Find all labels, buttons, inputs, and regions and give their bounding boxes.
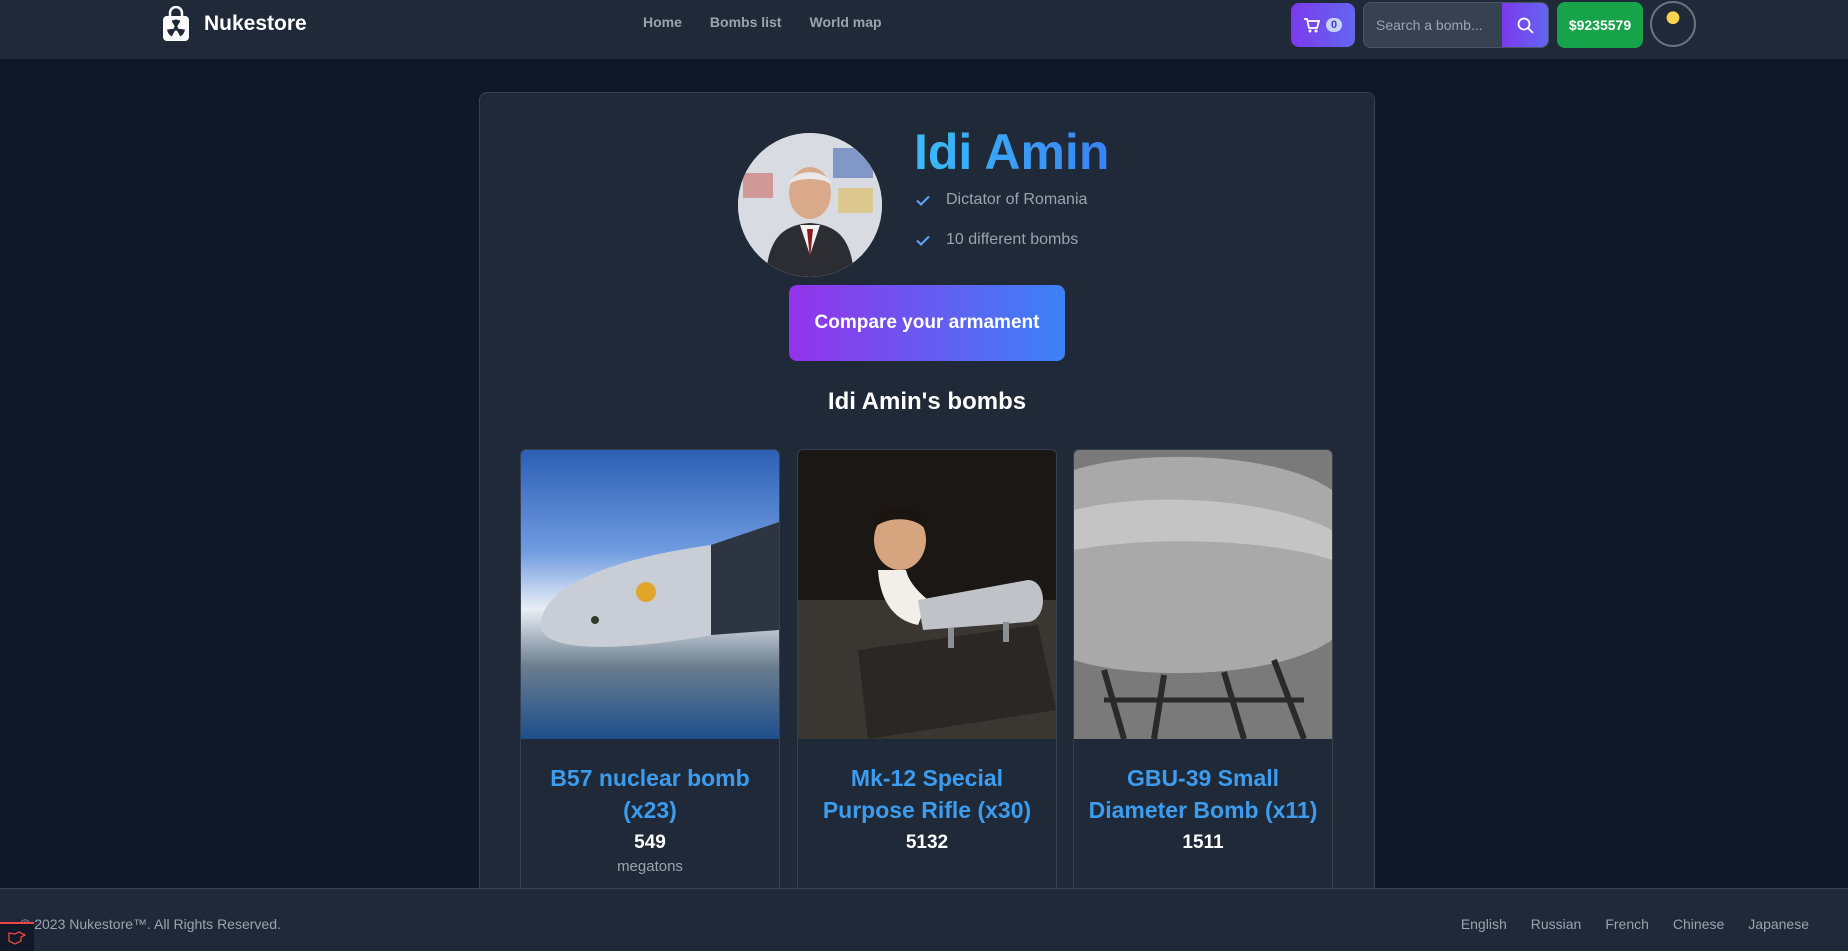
bomb-stat: 549 bbox=[634, 832, 666, 853]
top-navbar: Nukestore Home Bombs list World map 0 $9… bbox=[0, 0, 1848, 60]
nav-link-world-map[interactable]: World map bbox=[809, 14, 881, 30]
main-nav: Home Bombs list World map bbox=[643, 14, 882, 30]
brand-link[interactable]: Nukestore bbox=[162, 6, 307, 42]
lang-link-japanese[interactable]: Japanese bbox=[1748, 916, 1809, 932]
profile-name: Idi Amin bbox=[914, 124, 1110, 180]
lang-link-chinese[interactable]: Chinese bbox=[1673, 916, 1724, 932]
nav-link-home[interactable]: Home bbox=[643, 14, 682, 30]
bomb-image bbox=[1074, 450, 1332, 741]
search-button[interactable] bbox=[1502, 3, 1548, 47]
check-icon bbox=[916, 235, 930, 246]
bomb-stat: 5132 bbox=[905, 832, 949, 853]
framework-logo-icon[interactable] bbox=[0, 922, 34, 951]
bomb-card-gbu39[interactable]: GBU-39 Small Diameter Bomb (x11) 1511 bbox=[1073, 449, 1333, 949]
language-switcher: English Russian French Chinese Japanese bbox=[1461, 916, 1809, 932]
bomb-unit: megatons bbox=[617, 858, 683, 875]
bomb-card-mk12[interactable]: Mk-12 Special Purpose Rifle (x30) 5132 bbox=[797, 449, 1057, 949]
search-input[interactable] bbox=[1364, 3, 1502, 47]
profile-fact-bomb-count: 10 different bombs bbox=[916, 231, 1078, 249]
bomb-title: GBU-39 Small Diameter Bomb (x11) bbox=[1088, 765, 1318, 823]
lang-link-english[interactable]: English bbox=[1461, 916, 1507, 932]
cart-button[interactable]: 0 bbox=[1291, 3, 1355, 47]
search-box bbox=[1363, 2, 1549, 48]
brand-name: Nukestore bbox=[204, 12, 307, 35]
user-avatar[interactable] bbox=[1650, 1, 1696, 47]
bomb-card-b57[interactable]: B57 nuclear bomb (x23) 549 megatons bbox=[520, 449, 780, 949]
compare-armament-button[interactable]: Compare your armament bbox=[789, 285, 1065, 361]
bomb-image bbox=[798, 450, 1056, 739]
bomb-image bbox=[521, 450, 779, 739]
fact-text: Dictator of Romania bbox=[946, 191, 1088, 208]
search-icon bbox=[1517, 17, 1534, 34]
bombs-section-title: Idi Amin's bombs bbox=[827, 388, 1027, 415]
nav-link-bombs-list[interactable]: Bombs list bbox=[710, 14, 782, 30]
shopping-bag-radiation-icon bbox=[163, 6, 189, 41]
bomb-title: Mk-12 Special Purpose Rifle (x30) bbox=[822, 765, 1032, 823]
cart-icon bbox=[1303, 17, 1320, 32]
profile-photo bbox=[738, 133, 882, 277]
cart-count-badge: 0 bbox=[1325, 18, 1343, 32]
lang-link-russian[interactable]: Russian bbox=[1531, 916, 1582, 932]
bomb-stat: 1511 bbox=[1182, 832, 1224, 853]
copyright-text: © 2023 Nukestore™. All Rights Reserved. bbox=[20, 916, 281, 932]
page-footer: © 2023 Nukestore™. All Rights Reserved. … bbox=[0, 888, 1848, 951]
bomb-title: B57 nuclear bomb (x23) bbox=[550, 765, 750, 823]
fact-text: 10 different bombs bbox=[946, 231, 1079, 248]
balance-button[interactable]: $9235579 bbox=[1557, 2, 1643, 48]
profile-fact-title: Dictator of Romania bbox=[916, 191, 1087, 209]
check-icon bbox=[916, 195, 930, 206]
lang-link-french[interactable]: French bbox=[1605, 916, 1649, 932]
